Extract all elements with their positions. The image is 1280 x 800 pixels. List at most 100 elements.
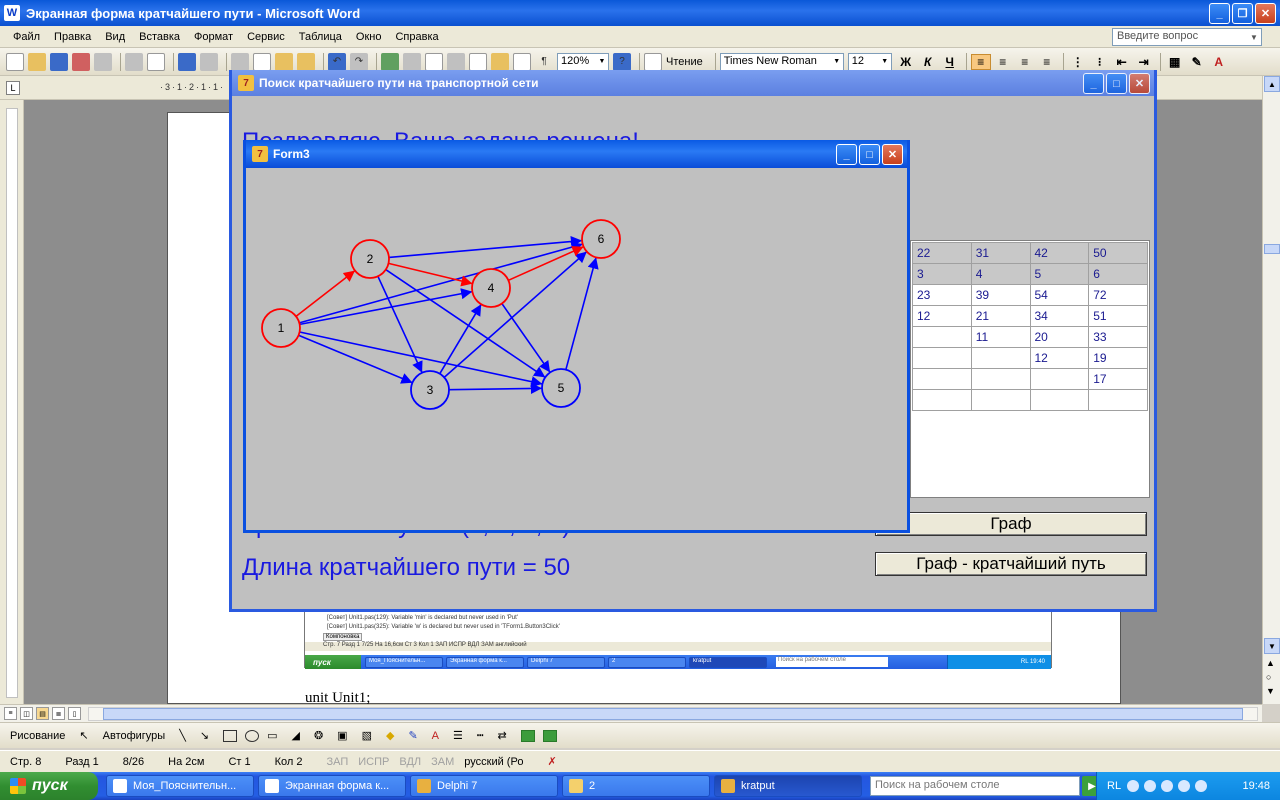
horizontal-scroll-track[interactable] <box>88 707 1258 721</box>
font-color-icon[interactable]: A <box>432 730 439 742</box>
minimize-button[interactable]: _ <box>1209 3 1230 24</box>
grid-cell[interactable]: 72 <box>1088 284 1148 306</box>
grid-cell[interactable]: 3 <box>912 263 972 285</box>
bullets-icon[interactable]: ⁝ <box>1090 55 1110 69</box>
print-layout-icon[interactable]: ▤ <box>36 707 49 720</box>
menu-tools[interactable]: Сервис <box>240 31 292 43</box>
format-painter-icon[interactable] <box>297 52 315 71</box>
grid-cell[interactable]: 6 <box>1088 263 1148 285</box>
document-map-icon[interactable] <box>513 52 531 71</box>
next-page-icon[interactable]: ▼ <box>1266 686 1275 696</box>
align-center-icon[interactable]: ≡ <box>993 55 1013 69</box>
dash-style-icon[interactable]: ┅ <box>477 729 484 742</box>
chevron-down-icon[interactable]: ▼ <box>1247 29 1261 45</box>
horizontal-scrollbar[interactable]: ≡ ◫ ▤ ≣ ▯ <box>0 704 1262 722</box>
menu-format[interactable]: Формат <box>187 31 240 43</box>
scroll-up-icon[interactable]: ▲ <box>1264 76 1280 92</box>
spelling-icon[interactable] <box>178 52 196 71</box>
main-form-title-bar[interactable]: 7 Поиск кратчайшего пути на транспортной… <box>232 70 1154 96</box>
grid-cell[interactable]: 4 <box>970 263 1031 285</box>
grid-cell[interactable]: 42 <box>1029 242 1090 264</box>
show-formatting-icon[interactable]: ¶ <box>535 53 553 71</box>
picture-icon[interactable]: ▧ <box>362 729 372 742</box>
menu-table[interactable]: Таблица <box>292 31 349 43</box>
arrow-style-icon[interactable]: ⇄ <box>498 729 507 742</box>
minimize-button[interactable]: _ <box>836 144 857 165</box>
grid-cell[interactable] <box>912 326 972 348</box>
line-style-icon[interactable]: ☰ <box>453 729 463 742</box>
grid-cell[interactable] <box>1088 389 1148 411</box>
normal-view-icon[interactable]: ≡ <box>4 707 17 720</box>
reading-mode-button[interactable]: Чтение <box>666 56 703 68</box>
vertical-scrollbar[interactable]: ▲ ▼ ▲ ○ ▼ <box>1262 76 1280 704</box>
shadow-icon[interactable] <box>520 729 535 742</box>
font-size-select[interactable]: 12 ▼ <box>847 52 892 71</box>
desktop-search-input[interactable]: Поиск на рабочем столе <box>870 776 1080 796</box>
select-pointer-icon[interactable]: ↖ <box>79 729 88 742</box>
print-icon[interactable] <box>125 52 143 71</box>
embedded-screenshot[interactable]: [Совет] Unit1.pas(129): Variable 'min' i… <box>304 610 1052 669</box>
menu-insert[interactable]: Вставка <box>132 31 187 43</box>
grid-cell[interactable]: 33 <box>1088 326 1148 348</box>
borders-icon[interactable]: ▦ <box>1165 55 1185 69</box>
underline-button[interactable]: Ч <box>940 55 960 69</box>
status-record[interactable]: ЗАП <box>327 756 349 768</box>
font-name-select[interactable]: Times New Roman ▼ <box>719 52 844 71</box>
zoom-select[interactable]: 120% ▼ <box>557 52 609 71</box>
form3-title-bar[interactable]: 7 Form3 _ □ ✕ <box>246 140 907 168</box>
bold-button[interactable]: Ж <box>896 55 916 69</box>
cut-icon[interactable] <box>231 52 249 71</box>
help-icon[interactable]: ? <box>613 52 631 71</box>
font-color-icon[interactable]: A <box>1209 55 1229 69</box>
grid-cell[interactable]: 12 <box>1029 347 1090 369</box>
tab-selector-icon[interactable]: L <box>6 81 20 95</box>
grid-cell[interactable]: 23 <box>912 284 972 306</box>
grid-cell[interactable]: 34 <box>1029 305 1090 327</box>
distance-grid[interactable]: 22 31 42 50 3 4 5 6 23 39 54 72 12 21 34 51 11 20 33 12 19 17 <box>912 242 1148 411</box>
grid-cell[interactable]: 12 <box>912 305 972 327</box>
tray-app-icon[interactable] <box>1195 780 1208 792</box>
highlight-icon[interactable]: ✎ <box>1187 55 1207 69</box>
outline-view-icon[interactable]: ≣ <box>52 707 65 720</box>
scroll-thumb[interactable] <box>1264 244 1280 254</box>
grid-cell[interactable]: 39 <box>970 284 1031 306</box>
grid-cell[interactable]: 51 <box>1088 305 1148 327</box>
grid-cell[interactable]: 31 <box>970 242 1031 264</box>
clock[interactable]: 19:48 <box>1242 780 1270 792</box>
taskbar-item-explanatory-note[interactable]: Моя_Пояснительн... <box>106 775 254 797</box>
email-icon[interactable] <box>94 52 112 71</box>
grid-cell[interactable] <box>970 389 1031 411</box>
grid-cell[interactable]: 11 <box>970 326 1031 348</box>
grid-cell[interactable]: 19 <box>1088 347 1148 369</box>
indent-icon[interactable]: ⇥ <box>1134 55 1154 69</box>
grid-cell[interactable]: 21 <box>970 305 1031 327</box>
align-right-icon[interactable]: ≡ <box>1015 55 1035 69</box>
ask-question-input[interactable]: Введите вопрос ▼ <box>1112 28 1262 46</box>
tray-security-icon[interactable] <box>1178 780 1191 792</box>
textbox-icon[interactable]: ▭ <box>267 729 277 742</box>
menu-view[interactable]: Вид <box>98 31 132 43</box>
numbering-icon[interactable]: ⋮ <box>1068 55 1088 69</box>
grid-cell[interactable]: 54 <box>1029 284 1090 306</box>
italic-button[interactable]: К <box>918 55 938 69</box>
paste-icon[interactable] <box>275 52 293 71</box>
status-track-changes[interactable]: ИСПР <box>358 756 389 768</box>
tables-borders-icon[interactable] <box>403 52 421 71</box>
menu-file[interactable]: Файл <box>6 31 47 43</box>
spelling-status-icon[interactable]: ✗ <box>547 755 556 768</box>
grid-cell[interactable] <box>912 347 972 369</box>
taskbar-item-kratput[interactable]: kratput <box>714 775 862 797</box>
tray-volume-icon[interactable] <box>1161 780 1174 792</box>
chevron-down-icon[interactable]: ▼ <box>831 54 843 70</box>
undo-icon[interactable]: ↶ <box>328 52 346 71</box>
start-button[interactable]: пуск <box>0 772 98 800</box>
columns-icon[interactable] <box>469 52 487 71</box>
word-title-bar[interactable]: W Экранная форма кратчайшего пути - Micr… <box>0 0 1280 26</box>
maximize-button[interactable]: □ <box>859 144 880 165</box>
grid-cell[interactable] <box>912 368 972 390</box>
align-justify-icon[interactable]: ≡ <box>1037 55 1057 69</box>
wordart-icon[interactable]: ◢ <box>291 729 299 742</box>
status-overtype[interactable]: ЗАМ <box>431 756 454 768</box>
grid-cell[interactable]: 5 <box>1029 263 1090 285</box>
grid-cell[interactable] <box>970 347 1031 369</box>
